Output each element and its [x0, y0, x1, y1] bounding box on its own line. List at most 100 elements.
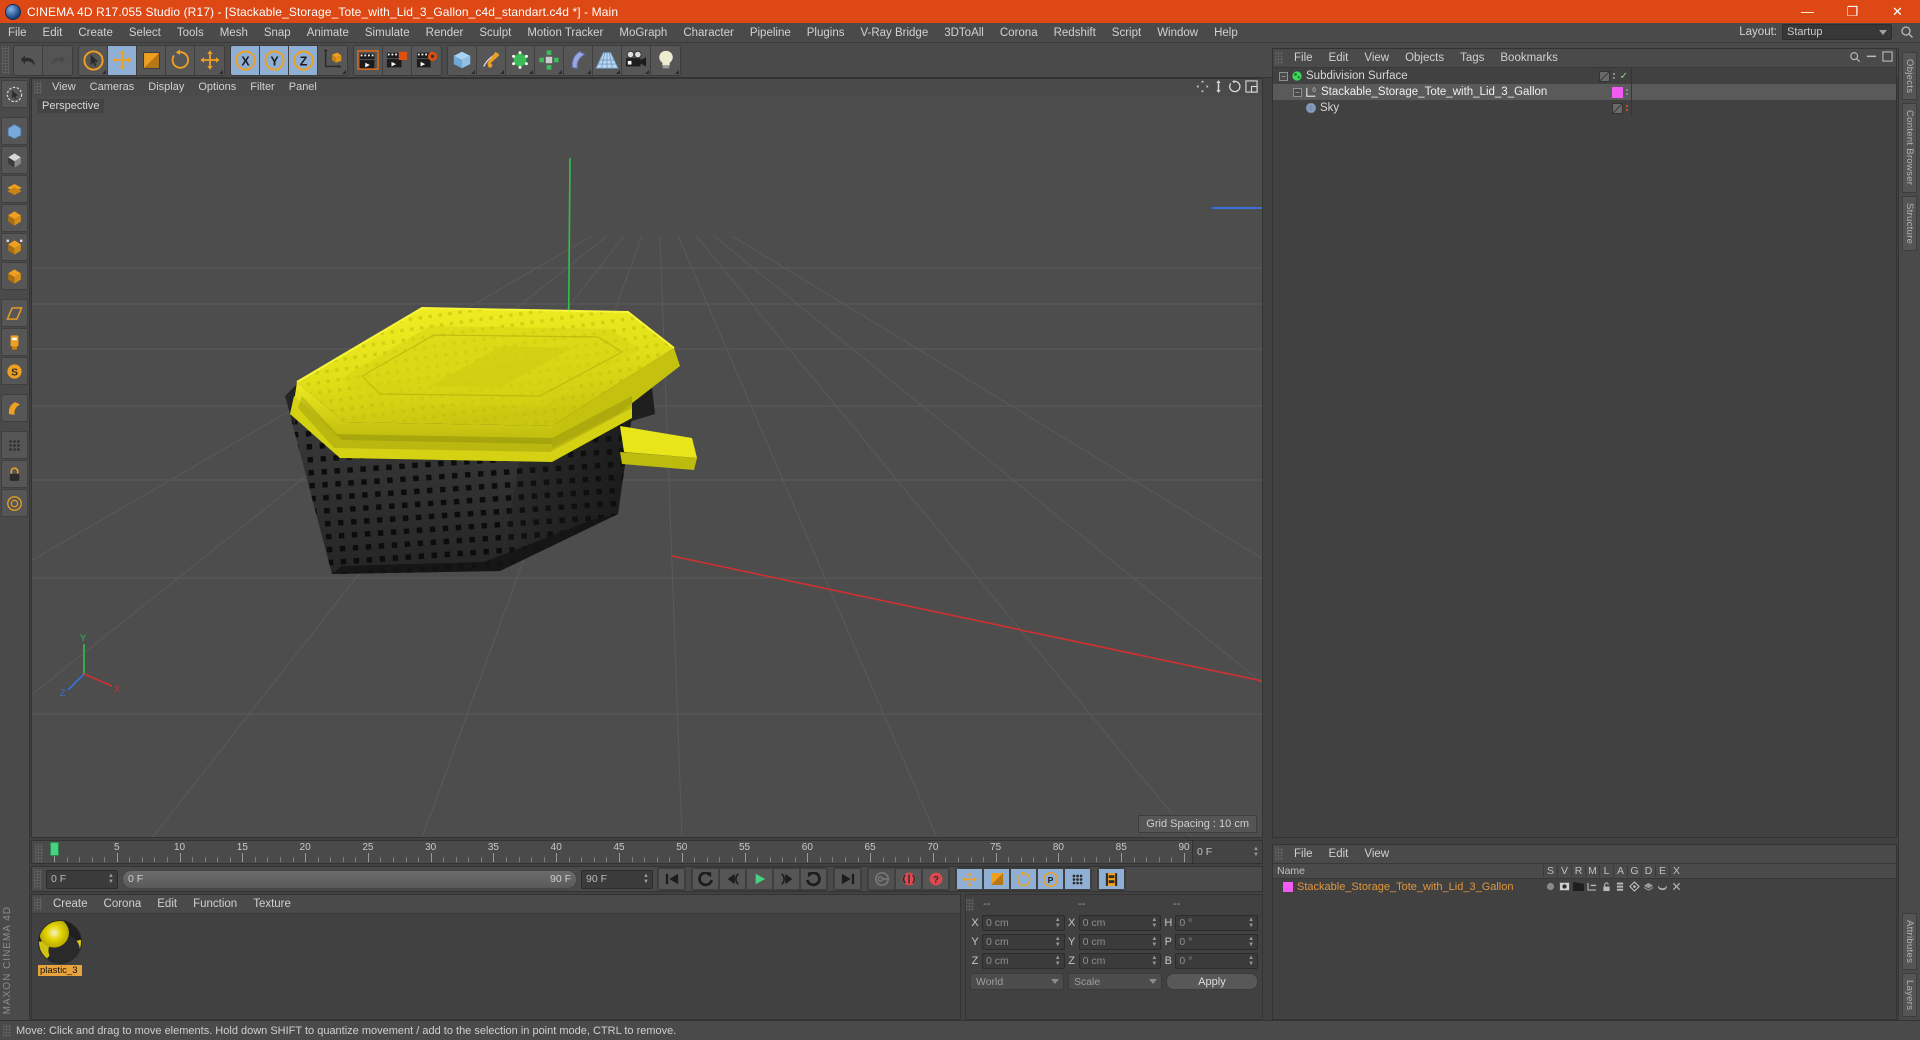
axis-modify-icon[interactable] — [1, 328, 28, 356]
coord-field-position[interactable]: 0 cm ▲ ▼ — [982, 934, 1065, 950]
layer-column-v[interactable]: V — [1557, 865, 1571, 877]
spinner-icon[interactable]: ▲ ▼ — [1055, 955, 1061, 967]
redo-icon[interactable] — [43, 45, 72, 75]
layer-column-d[interactable]: D — [1641, 865, 1655, 877]
layer-toggle-s[interactable] — [1543, 881, 1557, 892]
light-icon[interactable] — [651, 45, 680, 75]
pla-key-icon[interactable]: P — [1037, 868, 1064, 890]
object-tag-zone[interactable]: ✓ — [1598, 68, 1628, 84]
viewport-menu-display[interactable]: Display — [141, 79, 191, 96]
layer-menu-view[interactable]: View — [1356, 845, 1397, 864]
coord-field-size[interactable]: 0 cm ▲ ▼ — [1078, 953, 1162, 969]
layer-toggle-e[interactable] — [1655, 881, 1669, 892]
edge-mode-icon[interactable] — [1, 146, 28, 174]
tab-content-browser[interactable]: Content Browser — [1902, 103, 1917, 193]
coordinates-grip[interactable] — [966, 897, 974, 911]
move-icon[interactable] — [108, 45, 137, 75]
menu-item-edit[interactable]: Edit — [35, 23, 71, 43]
search-icon[interactable] — [1900, 25, 1914, 42]
object-tag-zone[interactable] — [1612, 84, 1628, 100]
menu-item-file[interactable]: File — [0, 23, 35, 43]
material-tag-swatch[interactable] — [1598, 70, 1610, 82]
menu-item-animate[interactable]: Animate — [299, 23, 357, 43]
deform-icon[interactable] — [1, 394, 28, 422]
render-settings-icon[interactable] — [412, 45, 441, 75]
frame-range-slider[interactable]: 0 F 90 F — [122, 869, 577, 889]
layer-toggle-x[interactable] — [1669, 881, 1683, 892]
layer-column-l[interactable]: L — [1599, 865, 1613, 877]
object-mode-icon[interactable] — [1, 233, 28, 261]
live-selection-icon[interactable] — [1, 80, 28, 108]
floor-icon[interactable] — [593, 45, 622, 75]
rotation-key-icon[interactable] — [1010, 868, 1037, 890]
layer-column-e[interactable]: E — [1655, 865, 1669, 877]
texture-mode-icon[interactable] — [1, 262, 28, 290]
tab-attributes[interactable]: Attributes — [1902, 912, 1917, 970]
object-manager-grip[interactable] — [1275, 51, 1283, 65]
render-view-icon[interactable] — [354, 45, 383, 75]
spinner-icon[interactable]: ▲ ▼ — [108, 873, 114, 885]
layout-dropdown[interactable]: Startup — [1782, 24, 1892, 40]
go-to-end-icon[interactable] — [834, 868, 861, 890]
coord-field-rotation[interactable]: 0 ° ▲ ▼ — [1175, 934, 1259, 950]
record-key-icon[interactable] — [868, 868, 895, 890]
layer-manager-grip[interactable] — [1275, 847, 1283, 861]
visibility-dots-icon[interactable] — [1612, 73, 1615, 79]
visibility-dots-icon[interactable] — [1626, 89, 1628, 95]
layer-rows[interactable]: Stackable_Storage_Tote_with_Lid_3_Gallon — [1273, 879, 1896, 894]
coord-field-position[interactable]: 0 cm ▲ ▼ — [982, 953, 1065, 969]
object-tag-zone[interactable] — [1612, 100, 1628, 116]
transport-grip[interactable] — [34, 869, 42, 889]
maximize-button[interactable]: ❐ — [1830, 0, 1875, 23]
step-back-frame-icon[interactable] — [719, 868, 746, 890]
nurbs-icon[interactable] — [506, 45, 535, 75]
current-frame-field[interactable]: 0 F ▲ ▼ — [46, 869, 118, 889]
spinner-icon[interactable]: ▲ ▼ — [1253, 846, 1259, 858]
polygon-mode-icon[interactable] — [1, 175, 28, 203]
select-icon[interactable] — [79, 45, 108, 75]
viewport-menu-options[interactable]: Options — [191, 79, 243, 96]
menu-item-help[interactable]: Help — [1206, 23, 1246, 43]
menu-item-corona[interactable]: Corona — [992, 23, 1046, 43]
pan-icon[interactable] — [1196, 79, 1209, 96]
menu-item-redshift[interactable]: Redshift — [1046, 23, 1104, 43]
menu-item-motion-tracker[interactable]: Motion Tracker — [519, 23, 611, 43]
uv-icon[interactable] — [1, 489, 28, 517]
object-menu-edit[interactable]: Edit — [1321, 49, 1357, 68]
toolbar-grip[interactable] — [2, 46, 10, 74]
menu-item-select[interactable]: Select — [121, 23, 169, 43]
object-menu-objects[interactable]: Objects — [1397, 49, 1452, 68]
coord-field-rotation[interactable]: 0 ° ▲ ▼ — [1175, 953, 1259, 969]
viewport-menu-filter[interactable]: Filter — [243, 79, 281, 96]
visibility-dots-icon[interactable] — [1626, 105, 1628, 111]
axis-x-icon[interactable]: X — [231, 45, 260, 75]
menu-item-sculpt[interactable]: Sculpt — [471, 23, 519, 43]
undo-icon[interactable] — [14, 45, 43, 75]
play-icon[interactable] — [746, 868, 773, 890]
maximize-view-icon[interactable] — [1245, 79, 1258, 96]
spinner-icon[interactable]: ▲ ▼ — [1151, 917, 1157, 929]
spinner-icon[interactable]: ▲ ▼ — [1248, 917, 1254, 929]
object-menu-bookmarks[interactable]: Bookmarks — [1492, 49, 1566, 68]
timeline-playhead[interactable] — [50, 842, 59, 856]
layer-toggle-d[interactable] — [1641, 881, 1655, 892]
rotate-icon[interactable] — [166, 45, 195, 75]
material-menu-corona[interactable]: Corona — [96, 895, 150, 914]
layer-column-r[interactable]: R — [1571, 865, 1585, 877]
step-back-keyframe-icon[interactable] — [692, 868, 719, 890]
coord-mode-dropdown[interactable]: Scale — [1067, 973, 1162, 990]
viewport-grip[interactable] — [34, 81, 42, 94]
viewport-menu-panel[interactable]: Panel — [282, 79, 324, 96]
coord-field-position[interactable]: 0 cm ▲ ▼ — [982, 915, 1065, 931]
keyframe-selection-icon[interactable]: ? — [922, 868, 949, 890]
menu-item-window[interactable]: Window — [1149, 23, 1206, 43]
menu-item-snap[interactable]: Snap — [256, 23, 299, 43]
bend-deformer-icon[interactable] — [564, 45, 593, 75]
step-forward-frame-icon[interactable] — [773, 868, 800, 890]
menu-item-character[interactable]: Character — [675, 23, 742, 43]
tab-layers[interactable]: Layers — [1902, 972, 1917, 1017]
object-menu-file[interactable]: File — [1286, 49, 1321, 68]
viewport-solo-icon[interactable] — [1, 431, 28, 459]
spinner-icon[interactable]: ▲ ▼ — [1151, 955, 1157, 967]
menu-item-pipeline[interactable]: Pipeline — [742, 23, 799, 43]
